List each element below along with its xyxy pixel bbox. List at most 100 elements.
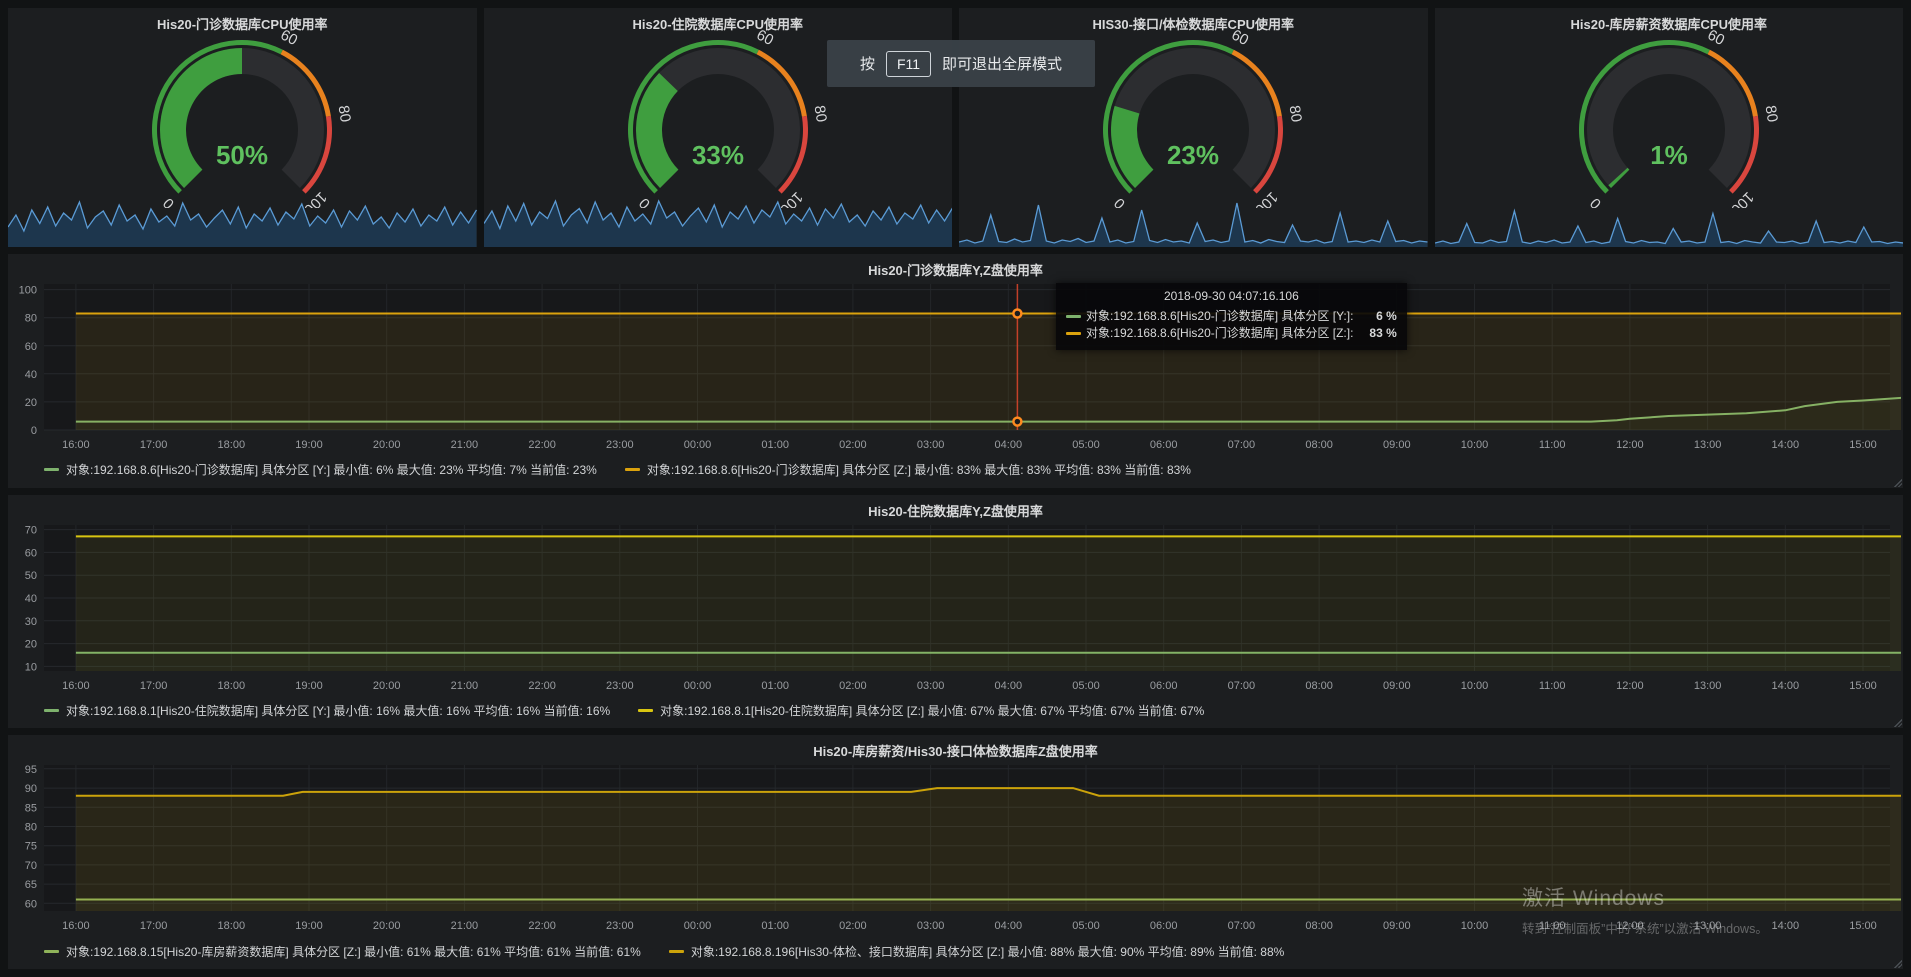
x-axis-tick-label: 03:00 [917, 439, 945, 451]
x-axis-tick-label: 20:00 [373, 680, 401, 692]
panel-title[interactable]: His20-门诊数据库Y,Z盘使用率 [8, 254, 1903, 278]
time-series-chart[interactable]: 16:0017:0018:0019:0020:0021:0022:0023:00… [8, 759, 1901, 941]
panel-title[interactable]: His20-门诊数据库CPU使用率 [8, 8, 477, 32]
dashboard: His20-门诊数据库CPU使用率 0608010050% His20-住院数据… [0, 0, 1911, 977]
x-axis-tick-label: 02:00 [839, 920, 867, 932]
x-axis-tick-label: 19:00 [295, 680, 323, 692]
x-axis-tick-label: 08:00 [1305, 439, 1333, 451]
panel-title[interactable]: HIS30-接口/体检数据库CPU使用率 [959, 8, 1428, 32]
x-axis-tick-label: 14:00 [1772, 920, 1800, 932]
legend-item[interactable]: 对象:192.168.8.6[His20-门诊数据库] 具体分区 [Y:] 最小… [44, 461, 597, 478]
legend: 对象:192.168.8.1[His20-住院数据库] 具体分区 [Y:] 最小… [8, 701, 1903, 721]
y-axis-tick-label: 60 [25, 899, 37, 911]
legend-item[interactable]: 对象:192.168.8.1[His20-住院数据库] 具体分区 [Y:] 最小… [44, 702, 610, 719]
x-axis-tick-label: 02:00 [839, 439, 867, 451]
tooltip: 2018-09-30 04:07:16.106 对象:192.168.8.6[H… [1056, 283, 1407, 350]
legend-item[interactable]: 对象:192.168.8.6[His20-门诊数据库] 具体分区 [Z:] 最小… [625, 461, 1191, 478]
y-axis-tick-label: 80 [25, 822, 37, 834]
x-axis-tick-label: 03:00 [917, 920, 945, 932]
x-axis-tick-label: 11:00 [1539, 920, 1566, 932]
x-axis-tick-label: 16:00 [62, 680, 90, 692]
y-axis-tick-label: 10 [25, 661, 37, 673]
y-axis-tick-label: 50 [25, 570, 37, 582]
hover-point [1013, 309, 1021, 317]
panel-title[interactable]: His20-住院数据库CPU使用率 [484, 8, 953, 32]
tooltip-series-value: 6 % [1360, 308, 1397, 325]
x-axis-tick-label: 13:00 [1694, 439, 1722, 451]
x-axis-tick-label: 18:00 [218, 680, 246, 692]
gauge-tick-label: 60 [278, 30, 301, 49]
y-axis-tick-label: 75 [25, 841, 37, 853]
x-axis-tick-label: 00:00 [684, 439, 712, 451]
legend-text: 对象:192.168.8.15[His20-库房薪资数据库] 具体分区 [Z:]… [66, 943, 641, 960]
time-series-chart[interactable]: 16:0017:0018:0019:0020:0021:0022:0023:00… [8, 278, 1901, 460]
y-axis-tick-label: 60 [25, 341, 37, 353]
fullscreen-exit-notice: 按 F11 即可退出全屏模式 [827, 40, 1095, 87]
panel-resize-handle[interactable] [1893, 478, 1902, 487]
series-color-dash [1066, 315, 1081, 318]
x-axis-tick-label: 08:00 [1305, 920, 1333, 932]
gauge-tick-label: 0 [636, 194, 654, 208]
x-axis-tick-label: 21:00 [451, 439, 479, 451]
x-axis-tick-label: 09:00 [1383, 920, 1411, 932]
x-axis-tick-label: 16:00 [62, 920, 90, 932]
gauge-panel-menzhen-cpu: His20-门诊数据库CPU使用率 0608010050% [8, 8, 477, 247]
series-color-dash [638, 709, 653, 712]
x-axis-tick-label: 23:00 [606, 680, 634, 692]
panel-title[interactable]: His20-库房薪资数据库CPU使用率 [1435, 8, 1904, 32]
series-color-dash [625, 468, 640, 471]
gauge-value-label: 33% [692, 140, 744, 170]
gauge-value-label: 23% [1167, 140, 1219, 170]
x-axis-tick-label: 00:00 [684, 920, 712, 932]
tooltip-series-label: 对象:192.168.8.6[His20-门诊数据库] 具体分区 [Y:]: [1086, 308, 1353, 325]
x-axis-tick-label: 23:00 [606, 920, 634, 932]
x-axis-tick-label: 17:00 [140, 920, 168, 932]
time-series-panel-menzhen-disk: His20-门诊数据库Y,Z盘使用率 16:0017:0018:0019:002… [8, 254, 1903, 488]
series-color-dash [1066, 332, 1081, 335]
x-axis-tick-label: 10:00 [1461, 680, 1489, 692]
time-series-chart[interactable]: 16:0017:0018:0019:0020:0021:0022:0023:00… [8, 519, 1901, 701]
x-axis-tick-label: 06:00 [1150, 439, 1178, 451]
chart-area: 16:0017:0018:0019:0020:0021:0022:0023:00… [8, 278, 1903, 460]
gauge-tick-label: 80 [1286, 104, 1303, 123]
tooltip-series-label: 对象:192.168.8.6[His20-门诊数据库] 具体分区 [Z:]: [1086, 325, 1353, 342]
x-axis-tick-label: 12:00 [1616, 680, 1644, 692]
x-axis-tick-label: 20:00 [373, 439, 401, 451]
legend-item[interactable]: 对象:192.168.8.1[His20-住院数据库] 具体分区 [Z:] 最小… [638, 702, 1204, 719]
y-axis-tick-label: 20 [25, 638, 37, 650]
x-axis-tick-label: 14:00 [1772, 680, 1800, 692]
series-color-dash [44, 950, 59, 953]
x-axis-tick-label: 07:00 [1228, 680, 1256, 692]
legend-text: 对象:192.168.8.196[His30-体检、接口数据库] 具体分区 [Z… [691, 943, 1285, 960]
y-axis-tick-label: 70 [25, 524, 37, 536]
panel-resize-handle[interactable] [1893, 959, 1902, 968]
gauge-svg: 0608010050% [132, 30, 352, 208]
x-axis-tick-label: 11:00 [1539, 680, 1566, 692]
x-axis-tick-label: 12:00 [1616, 439, 1644, 451]
chart-area: 16:0017:0018:0019:0020:0021:0022:0023:00… [8, 519, 1903, 701]
gauge: 060801001% [1435, 30, 1904, 208]
panel-resize-handle[interactable] [1893, 718, 1902, 727]
x-axis-tick-label: 22:00 [528, 680, 556, 692]
x-axis-tick-label: 16:00 [62, 439, 90, 451]
legend-item[interactable]: 对象:192.168.8.196[His30-体检、接口数据库] 具体分区 [Z… [669, 943, 1285, 960]
legend: 对象:192.168.8.15[His20-库房薪资数据库] 具体分区 [Z:]… [8, 941, 1903, 961]
y-axis-tick-label: 60 [25, 547, 37, 559]
x-axis-tick-label: 11:00 [1539, 439, 1566, 451]
x-axis-tick-label: 06:00 [1150, 920, 1178, 932]
x-axis-tick-label: 19:00 [295, 920, 323, 932]
tooltip-series-value: 83 % [1353, 325, 1396, 342]
panel-title[interactable]: His20-库房薪资/His30-接口体检数据库Z盘使用率 [8, 735, 1903, 759]
x-axis-tick-label: 12:00 [1616, 920, 1644, 932]
x-axis-tick-label: 17:00 [140, 680, 168, 692]
hover-point [1013, 417, 1021, 425]
gauge-tick-label: 0 [1111, 194, 1129, 208]
gauge-svg: 060801001% [1559, 30, 1779, 208]
gauge-tick-label: 80 [335, 104, 352, 123]
series-color-dash [44, 468, 59, 471]
legend-item[interactable]: 对象:192.168.8.15[His20-库房薪资数据库] 具体分区 [Z:]… [44, 943, 641, 960]
y-axis-tick-label: 90 [25, 783, 37, 795]
panel-title[interactable]: His20-住院数据库Y,Z盘使用率 [8, 495, 1903, 519]
x-axis-tick-label: 03:00 [917, 680, 945, 692]
x-axis-tick-label: 04:00 [995, 680, 1023, 692]
